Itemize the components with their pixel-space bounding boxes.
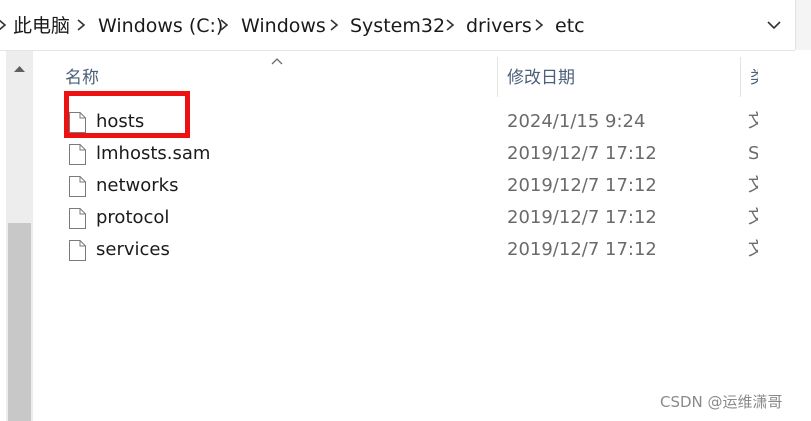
file-date-modified: 2019/12/7 17:12	[507, 239, 657, 260]
chevron-right-icon[interactable]	[217, 17, 231, 33]
file-date-modified: 2019/12/7 17:12	[507, 207, 657, 228]
address-bar[interactable]: 此电脑 Windows (C:) Windows System32 driver…	[0, 0, 795, 51]
breadcrumb-item-this-pc[interactable]: 此电脑	[13, 0, 70, 50]
view-right-edge	[758, 51, 811, 421]
scroll-thumb[interactable]	[8, 223, 31, 421]
file-row-lmhosts-sam[interactable]: lmhosts.sam 2019/12/7 17:12 SAM 文件	[60, 139, 760, 169]
file-name[interactable]: protocol	[96, 203, 169, 233]
file-date-modified: 2019/12/7 17:12	[507, 175, 657, 196]
hosts-highlight-box	[64, 91, 190, 138]
column-header-type[interactable]: 类型	[750, 64, 758, 92]
file-name[interactable]: lmhosts.sam	[96, 139, 210, 169]
file-name[interactable]: networks	[96, 171, 178, 201]
breadcrumb-item-windows[interactable]: Windows	[241, 0, 326, 50]
file-row-services[interactable]: services 2019/12/7 17:12 文件	[60, 235, 760, 265]
column-header-name[interactable]: 名称	[65, 64, 99, 92]
file-row-networks[interactable]: networks 2019/12/7 17:12 文件	[60, 171, 760, 201]
file-row-protocol[interactable]: protocol 2019/12/7 17:12 文件	[60, 203, 760, 233]
breadcrumb-item-system32[interactable]: System32	[350, 0, 445, 50]
file-icon	[69, 208, 86, 229]
file-icon	[69, 240, 86, 261]
column-divider[interactable]	[740, 57, 741, 97]
sort-ascending-icon	[271, 58, 283, 65]
breadcrumb-item-drivers[interactable]: drivers	[466, 0, 532, 50]
chevron-down-icon[interactable]	[755, 6, 793, 44]
breadcrumb-item-drive-c[interactable]: Windows (C:)	[98, 0, 223, 50]
column-header-date-modified[interactable]: 修改日期	[507, 64, 575, 92]
window-edge	[795, 0, 811, 50]
file-date-modified: 2024/1/15 9:24	[507, 111, 646, 132]
chevron-right-icon[interactable]	[74, 17, 88, 33]
watermark: CSDN @运维潇哥	[660, 393, 783, 411]
scroll-up-arrow-icon[interactable]	[6, 57, 33, 81]
chevron-right-icon[interactable]	[443, 17, 457, 33]
column-divider[interactable]	[497, 57, 498, 97]
file-icon	[69, 176, 86, 197]
file-name[interactable]: services	[96, 235, 170, 265]
chevron-right-icon[interactable]	[327, 17, 341, 33]
file-date-modified: 2019/12/7 17:12	[507, 143, 657, 164]
chevron-right-icon[interactable]	[532, 17, 546, 33]
file-icon	[69, 144, 86, 165]
breadcrumb-item-etc[interactable]: etc	[555, 0, 585, 50]
navigation-scrollbar[interactable]	[6, 51, 33, 421]
chevron-right-icon[interactable]	[0, 17, 9, 33]
